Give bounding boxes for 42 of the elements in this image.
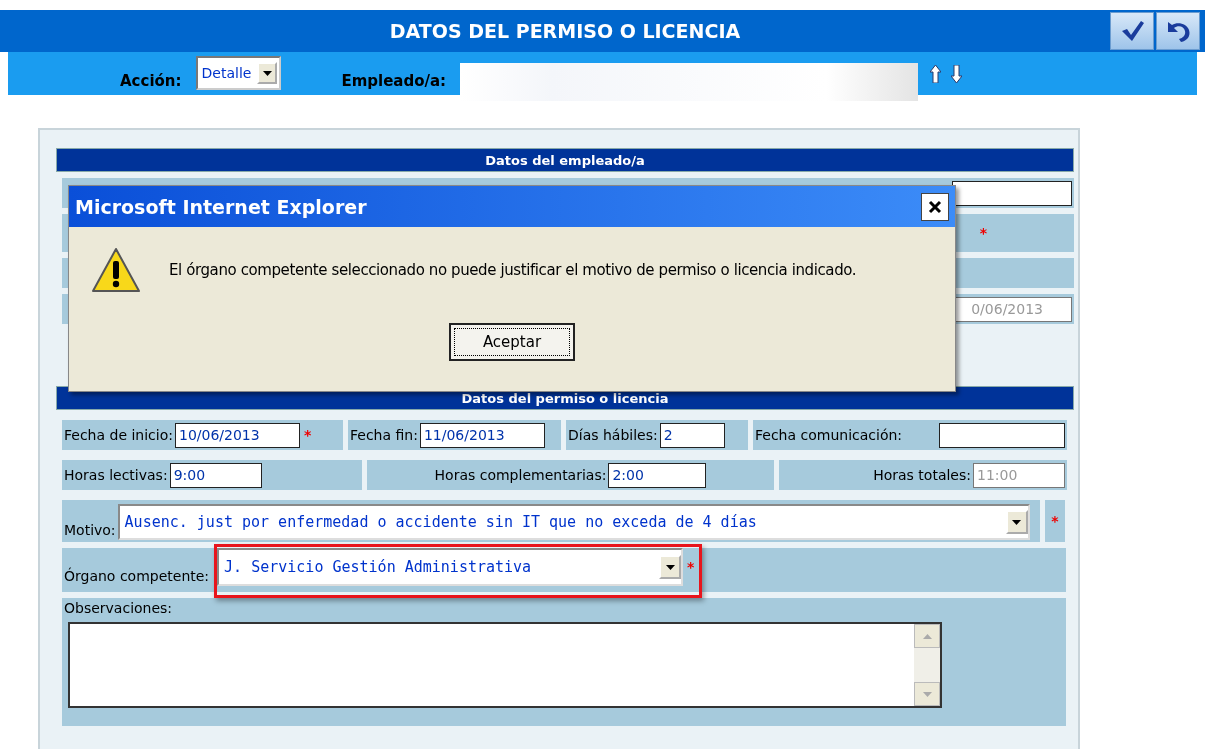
employee-field[interactable] [460, 63, 919, 101]
accion-dropdown[interactable]: Detalle [195, 56, 282, 90]
warning-icon [91, 247, 141, 293]
text-field[interactable]: 2:00 [608, 462, 707, 488]
dialog-message: El órgano competente seleccionado no puede justificar el motivo de permiso o licencia indicado. [169, 261, 857, 279]
observaciones-field[interactable] [68, 622, 942, 708]
field-label: Horas lectivas: [64, 467, 168, 483]
dialog-title: Microsoft Internet Explorer [75, 195, 367, 218]
field-label: Horas totales: [873, 467, 971, 483]
accion-label: Acción: [120, 71, 182, 90]
required-mark: * [687, 559, 695, 575]
text-field[interactable]: 10/06/2013 [175, 422, 300, 448]
field-label: Días hábiles: [568, 427, 658, 443]
close-icon [928, 199, 942, 214]
field-label: Órgano competente: [64, 568, 210, 584]
text-field[interactable] [939, 422, 1065, 448]
motivo-dropdown[interactable]: Ausenc. just por enfermedad o accidente sin IT que no exceda de 4 días [117, 504, 1030, 540]
employee-label: Empleado/a: [341, 71, 447, 90]
required-mark: * [304, 427, 312, 443]
text-field: 11:00 [973, 462, 1065, 488]
section-header: Datos del empleado/a [56, 148, 1074, 172]
close-button[interactable] [921, 192, 949, 221]
accept-button[interactable]: Aceptar [449, 323, 575, 361]
field-label: Fecha de inicio: [64, 427, 173, 443]
field-label: Motivo: [64, 522, 116, 538]
text-field[interactable]: 2 [659, 422, 725, 448]
down-arrow-icon[interactable] [951, 64, 963, 83]
organo-dropdown[interactable]: J. Servicio Gestión Administrativa [217, 548, 684, 586]
required-mark: * [1051, 513, 1059, 529]
save-button[interactable] [1110, 12, 1154, 50]
field-label: Horas complementarias: [434, 467, 607, 483]
checkmark-icon [1120, 20, 1144, 42]
up-arrow-icon[interactable] [930, 64, 942, 83]
field-label: Observaciones: [64, 600, 173, 616]
required-mark: * [979, 225, 987, 241]
text-field[interactable]: 9:00 [169, 462, 262, 488]
text-field[interactable] [952, 180, 1072, 206]
undo-button[interactable] [1156, 12, 1200, 50]
page-title: DATOS DEL PERMISO O LICENCIA [388, 20, 742, 42]
field-label: Fecha comunicación: [755, 427, 903, 443]
field-label: Fecha fin: [350, 427, 418, 443]
text-field[interactable]: 11/06/2013 [419, 422, 545, 448]
